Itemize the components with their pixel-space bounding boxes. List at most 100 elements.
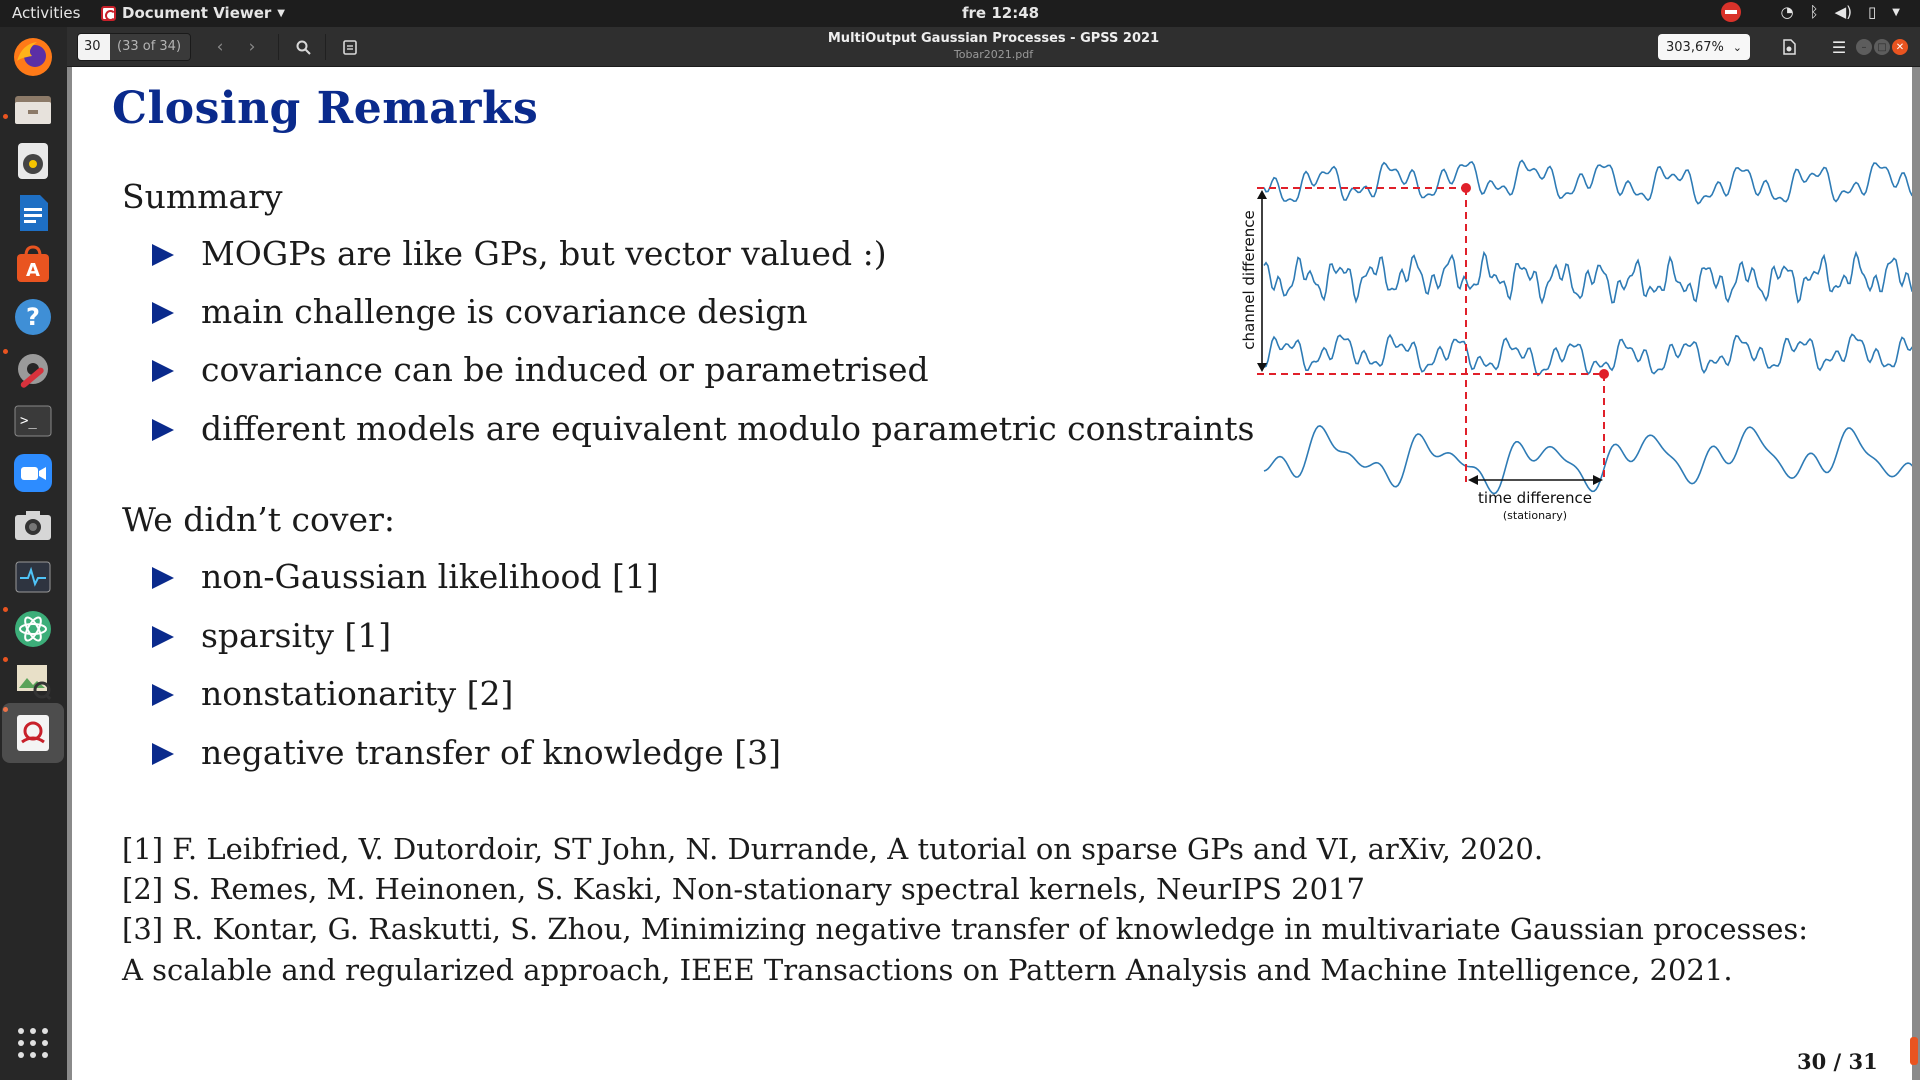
- not-covered-heading: We didn’t cover:: [122, 500, 395, 539]
- writer-icon[interactable]: [9, 189, 57, 237]
- image-viewer-icon[interactable]: [9, 657, 57, 705]
- atom-icon[interactable]: [9, 605, 57, 653]
- software-center-icon[interactable]: A: [9, 241, 57, 289]
- clock[interactable]: fre 12:48: [962, 4, 1039, 22]
- page-count-label: (33 of 34): [110, 34, 190, 60]
- files-icon[interactable]: [9, 85, 57, 133]
- scrollbar-thumb[interactable]: [1910, 1037, 1918, 1065]
- bluetooth-icon: ᛒ: [1809, 3, 1819, 21]
- zoom-icon[interactable]: [9, 449, 57, 497]
- bullet-triangle-icon: [152, 244, 174, 266]
- channel-difference-label: channel difference: [1240, 210, 1258, 349]
- search-button[interactable]: [288, 33, 318, 61]
- bullet-triangle-icon: [152, 626, 174, 648]
- top-bar: Activities Document Viewer ▼ fre 12:48 ◔…: [0, 0, 1920, 27]
- minimize-icon: –: [1861, 41, 1867, 53]
- channel-waves: [1263, 159, 1912, 495]
- bullet-triangle-icon: [152, 684, 174, 706]
- not-covered-item: non-Gaussian likelihood [1]: [152, 557, 659, 596]
- wifi-icon: ◔: [1780, 3, 1794, 21]
- system-monitor-icon[interactable]: [9, 553, 57, 601]
- battery-icon: ▯: [1868, 3, 1877, 21]
- red-marker: [1599, 369, 1609, 379]
- app-menu[interactable]: Document Viewer ▼: [101, 4, 285, 22]
- summary-item: MOGPs are like GPs, but vector valued :): [152, 234, 887, 273]
- document-view[interactable]: Closing Remarks Summary MOGPs are like G…: [67, 67, 1920, 1080]
- bullet-triangle-icon: [152, 302, 174, 324]
- chevron-left-icon: ‹: [216, 37, 224, 57]
- reference-item: [1] F. Leibfried, V. Dutordoir, ST John,…: [122, 832, 1544, 866]
- viewer-header: 30 (33 of 34) ‹ › MultiOutput Gaussian P…: [67, 27, 1920, 67]
- document-viewer-icon: [101, 5, 116, 21]
- system-tray[interactable]: ◔ ᛒ ◀) ▯ ▼: [1720, 2, 1900, 22]
- summary-item-text: main challenge is covariance design: [201, 292, 808, 331]
- not-covered-item-text: nonstationarity [2]: [201, 674, 514, 713]
- not-covered-item-text: non-Gaussian likelihood [1]: [201, 557, 659, 596]
- minimize-button[interactable]: –: [1856, 39, 1872, 55]
- annotation-lines: [1257, 183, 1609, 482]
- summary-item-text: covariance can be induced or parametrise…: [201, 350, 929, 389]
- summary-item-text: different models are equivalent modulo p…: [201, 409, 1255, 448]
- stationary-label: (stationary): [1503, 509, 1567, 522]
- not-covered-item: negative transfer of knowledge [3]: [152, 733, 781, 772]
- maximize-icon: □: [1877, 41, 1887, 53]
- running-indicator: [3, 114, 8, 119]
- not-covered-item-text: negative transfer of knowledge [3]: [201, 733, 781, 772]
- next-page-button[interactable]: ›: [237, 33, 267, 61]
- running-indicator: [3, 349, 8, 354]
- slide-page-number: 30 / 31: [1797, 1049, 1878, 1074]
- toolbar-separator: [325, 34, 326, 60]
- chevron-right-icon: ›: [248, 37, 256, 57]
- firefox-icon[interactable]: [9, 33, 57, 81]
- document-viewer-icon[interactable]: [2, 703, 64, 763]
- sidebar-toggle-button[interactable]: [1772, 33, 1806, 61]
- previous-page-button[interactable]: ‹: [205, 33, 235, 61]
- summary-item-text: MOGPs are like GPs, but vector valued :): [201, 234, 887, 273]
- hamburger-menu-icon: ☰: [1831, 37, 1847, 57]
- running-indicator: [3, 607, 8, 612]
- camera-icon[interactable]: [9, 501, 57, 549]
- settings-tools-icon[interactable]: [9, 345, 57, 393]
- svg-text:A: A: [26, 260, 40, 281]
- reference-item: [2] S. Remes, M. Heinonen, S. Kaski, Non…: [122, 872, 1365, 906]
- summary-item: covariance can be induced or parametrise…: [152, 350, 929, 389]
- channel-wave: [1263, 250, 1912, 305]
- rhythmbox-icon[interactable]: [9, 137, 57, 185]
- chevron-down-icon: ▼: [277, 7, 285, 19]
- document-sidebar-icon: [1783, 39, 1796, 55]
- caret-icon: ▼: [1892, 6, 1900, 18]
- close-button[interactable]: ✕: [1892, 39, 1908, 55]
- chevron-down-icon: ⌄: [1732, 40, 1742, 54]
- activities-button[interactable]: Activities: [12, 4, 80, 22]
- annotations-button[interactable]: [335, 33, 365, 61]
- search-icon: [296, 40, 311, 55]
- main-menu-button[interactable]: ☰: [1822, 33, 1856, 61]
- terminal-icon[interactable]: >_: [9, 397, 57, 445]
- not-covered-item: sparsity [1]: [152, 616, 391, 655]
- not-covered-item: nonstationarity [2]: [152, 674, 513, 713]
- bullet-triangle-icon: [152, 567, 174, 589]
- slide-page: Closing Remarks Summary MOGPs are like G…: [72, 67, 1912, 1080]
- toolbar-separator: [278, 34, 279, 60]
- zoom-value: 303,67%: [1666, 39, 1724, 55]
- app-menu-label: Document Viewer: [122, 4, 272, 22]
- reference-item: [3] R. Kontar, G. Raskutti, S. Zhou, Min…: [122, 912, 1809, 946]
- zoom-select[interactable]: 303,67% ⌄: [1658, 34, 1750, 60]
- page-number-input[interactable]: 30: [78, 34, 110, 60]
- bullet-triangle-icon: [152, 743, 174, 765]
- clipboard-icon: [343, 40, 357, 55]
- not-covered-item-text: sparsity [1]: [201, 616, 392, 655]
- help-icon[interactable]: ?: [9, 293, 57, 341]
- no-entry-icon[interactable]: [1720, 2, 1741, 22]
- summary-heading: Summary: [122, 177, 283, 216]
- channel-difference-arrow: [1257, 190, 1267, 372]
- page-selector[interactable]: 30 (33 of 34): [77, 33, 191, 61]
- slide-title: Closing Remarks: [112, 83, 539, 134]
- time-difference-label: time difference: [1478, 489, 1592, 507]
- volume-icon: ◀): [1834, 3, 1853, 21]
- summary-item: main challenge is covariance design: [152, 292, 808, 331]
- show-apps-icon[interactable]: [9, 1019, 57, 1067]
- red-marker: [1461, 183, 1471, 193]
- svg-text:>_: >_: [20, 413, 37, 429]
- maximize-button[interactable]: □: [1874, 39, 1890, 55]
